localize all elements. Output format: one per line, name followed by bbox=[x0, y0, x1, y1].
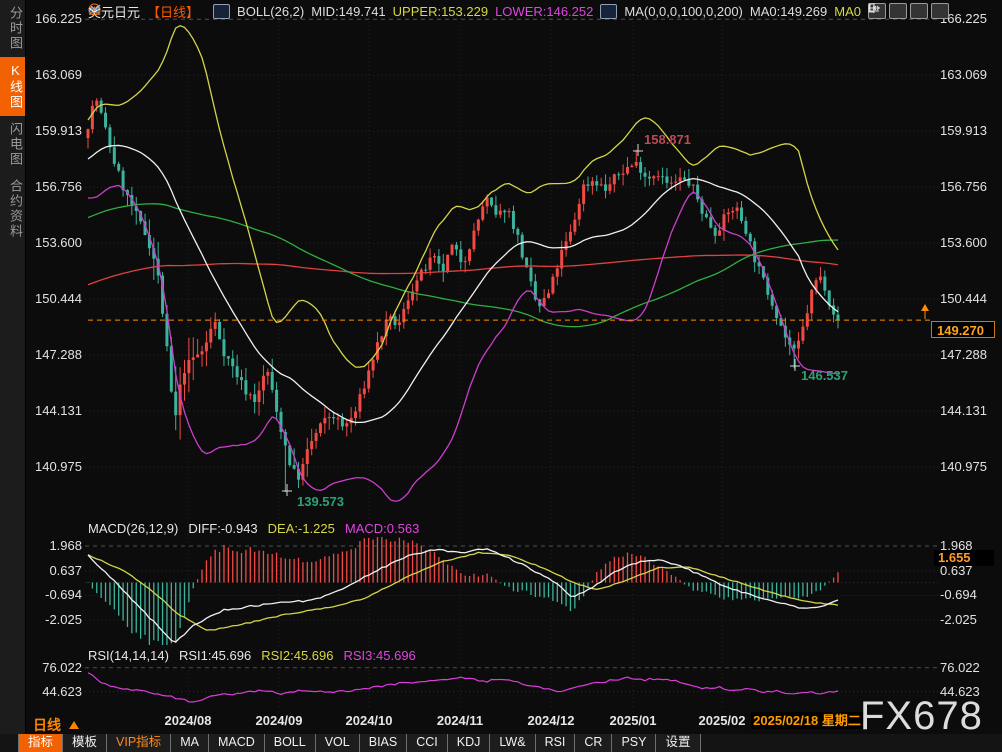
rsi-panel-header: RSI(14,14,14) RSI1:45.696 RSI2:45.696 RS… bbox=[88, 648, 416, 663]
axis-label: 140.975 bbox=[28, 459, 82, 475]
axis-label: 150.444 bbox=[940, 291, 1000, 307]
axis-label: -2.025 bbox=[940, 612, 1000, 628]
axis-label: 163.069 bbox=[940, 67, 1000, 83]
toolbar-item-BOLL[interactable]: BOLL bbox=[265, 734, 316, 752]
rsi-title: RSI(14,14,14) bbox=[88, 648, 169, 663]
chart-header: 美元日元 【日线】 BOLL(26,2) MID:149.741 UPPER:1… bbox=[88, 3, 861, 19]
axis-label: 156.756 bbox=[940, 179, 1000, 195]
month-label: 2025/01 bbox=[610, 713, 657, 728]
axis-label: 144.131 bbox=[28, 403, 82, 419]
axis-label: 159.913 bbox=[940, 123, 1000, 139]
axis-pan-left-icon[interactable] bbox=[889, 3, 907, 19]
toolbar-item-RSI[interactable]: RSI bbox=[536, 734, 576, 752]
axis-label: 1.968 bbox=[28, 538, 82, 554]
boll-lower-value: LOWER:146.252 bbox=[495, 4, 593, 19]
axis-label: 166.225 bbox=[28, 11, 82, 27]
axis-label: 76.022 bbox=[940, 660, 1000, 676]
boll-upper-value: UPPER:153.229 bbox=[393, 4, 488, 19]
period-selector-label: 日线 bbox=[33, 715, 61, 735]
toolbar-item-LW&[interactable]: LW& bbox=[490, 734, 535, 752]
indicator-toolbar: 指标模板VIP指标MAMACDBOLLVOLBIASCCIKDJLW&RSICR… bbox=[18, 734, 701, 752]
axis-label: -2.025 bbox=[28, 612, 82, 628]
month-label: 2024/09 bbox=[256, 713, 303, 728]
chart-canvas[interactable] bbox=[0, 0, 1002, 752]
macd-axis-tag-value: 1.655 bbox=[938, 550, 971, 565]
chevron-up-icon bbox=[69, 721, 79, 729]
rsi1-value: RSI1:45.696 bbox=[179, 648, 251, 663]
sidebar-item-3[interactable]: 闪电图 bbox=[0, 116, 25, 173]
trading-app-window: 分时图K线图闪电图合约资料 美元日元 【日线】 BOLL(26,2) MID:1… bbox=[0, 0, 1002, 752]
axis-label: 44.623 bbox=[28, 684, 82, 700]
macd-panel-header: MACD(26,12,9) DIFF:-0.943 DEA:-1.225 MAC… bbox=[88, 521, 419, 536]
axis-label: 153.600 bbox=[28, 235, 82, 251]
boll-label: BOLL(26,2) bbox=[237, 4, 304, 19]
toolbar-item-VIP指标[interactable]: VIP指标 bbox=[107, 734, 171, 752]
ma-indicator-icon[interactable] bbox=[600, 4, 617, 19]
current-date-tag: 2025/02/18 星期二 bbox=[751, 712, 863, 729]
toolbar-item-CCI[interactable]: CCI bbox=[407, 734, 448, 752]
toolbar-item-MACD[interactable]: MACD bbox=[209, 734, 265, 752]
toolbar-item-BIAS[interactable]: BIAS bbox=[360, 734, 408, 752]
month-label: 2024/11 bbox=[437, 713, 483, 728]
rsi2-value: RSI2:45.696 bbox=[261, 648, 333, 663]
last-price-tag: 149.270 bbox=[931, 321, 995, 338]
axis-label: 166.225 bbox=[940, 11, 1000, 27]
month-label: 2024/10 bbox=[346, 713, 393, 728]
axis-label: 156.756 bbox=[28, 179, 82, 195]
axis-label: 76.022 bbox=[28, 660, 82, 676]
axis-label: 153.600 bbox=[940, 235, 1000, 251]
axis-label: 140.975 bbox=[940, 459, 1000, 475]
boll-indicator-icon[interactable] bbox=[213, 4, 230, 19]
month-label: 2024/12 bbox=[528, 713, 575, 728]
toolbar-item-MA[interactable]: MA bbox=[171, 734, 209, 752]
period-label: 【日线】 bbox=[147, 2, 199, 21]
toolbar-item-模板[interactable]: 模板 bbox=[63, 734, 107, 752]
axis-label: 163.069 bbox=[28, 67, 82, 83]
sidebar-item-2[interactable]: K线图 bbox=[0, 57, 25, 116]
ma-label: MA(0,0,0,100,0,200) bbox=[624, 4, 743, 19]
macd-dea-value: DEA:-1.225 bbox=[268, 521, 335, 536]
axis-label: 159.913 bbox=[28, 123, 82, 139]
macd-title: MACD(26,12,9) bbox=[88, 521, 178, 536]
toolbar-item-PSY[interactable]: PSY bbox=[612, 734, 656, 752]
macd-diff-value: DIFF:-0.943 bbox=[188, 521, 257, 536]
axis-label: 144.131 bbox=[940, 403, 1000, 419]
macd-axis-tag: 1.655 bbox=[934, 550, 994, 566]
exit-icon[interactable] bbox=[931, 3, 949, 19]
axis-label: 150.444 bbox=[28, 291, 82, 307]
axis-pan-right-icon[interactable] bbox=[910, 3, 928, 19]
macd-macd-value: MACD:0.563 bbox=[345, 521, 419, 536]
last-price-value: 149.270 bbox=[937, 323, 984, 338]
axis-label: 147.288 bbox=[28, 347, 82, 363]
window-tool-icons bbox=[868, 3, 949, 19]
axis-label: 147.288 bbox=[940, 347, 1000, 363]
chart-type-sidebar: 分时图K线图闪电图合约资料 bbox=[0, 0, 26, 752]
sidebar-item-1[interactable]: 分时图 bbox=[0, 0, 25, 57]
price-annotation: 146.537 bbox=[801, 368, 848, 383]
month-label: 2024/08 bbox=[165, 713, 212, 728]
axis-label: -0.694 bbox=[28, 587, 82, 603]
toolbar-item-KDJ[interactable]: KDJ bbox=[448, 734, 491, 752]
rsi3-value: RSI3:45.696 bbox=[344, 648, 416, 663]
ma0-value: MA0:149.269 bbox=[750, 4, 827, 19]
sidebar-item-4[interactable]: 合约资料 bbox=[0, 173, 25, 245]
fx678-watermark: FX678 bbox=[860, 694, 983, 739]
price-annotation: 139.573 bbox=[297, 494, 344, 509]
toolbar-item-设置[interactable]: 设置 bbox=[656, 734, 700, 752]
toolbar-item-指标[interactable]: 指标 bbox=[18, 734, 63, 752]
toolbar-item-CR[interactable]: CR bbox=[575, 734, 612, 752]
boll-mid-value: MID:149.741 bbox=[311, 4, 385, 19]
period-selector[interactable]: 日线 bbox=[33, 715, 79, 735]
month-label: 2025/02 bbox=[699, 713, 746, 728]
axis-label: -0.694 bbox=[940, 587, 1000, 603]
axis-label: 0.637 bbox=[28, 563, 82, 579]
toolbar-item-VOL[interactable]: VOL bbox=[316, 734, 360, 752]
price-annotation: 158.871 bbox=[644, 132, 691, 147]
ma0-extra-label: MA0 bbox=[834, 4, 861, 19]
